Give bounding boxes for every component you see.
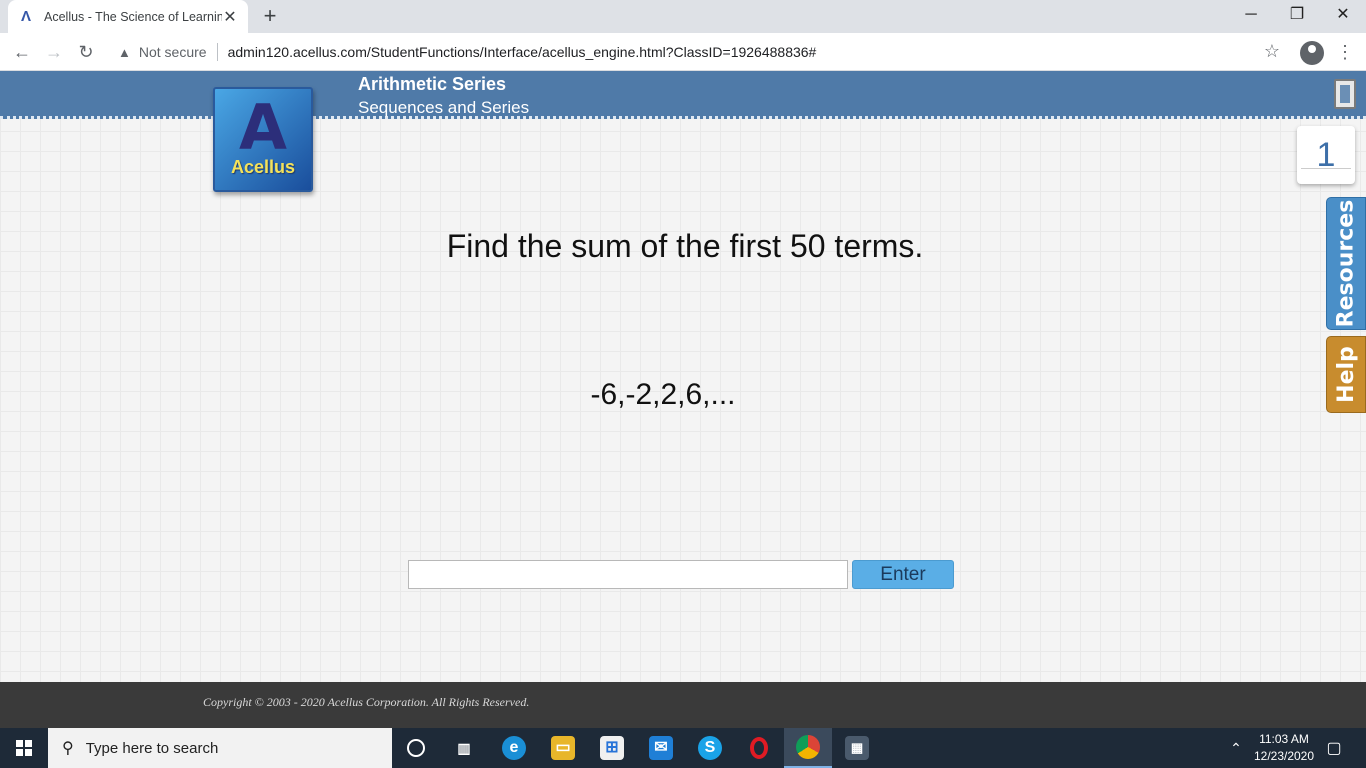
tray-chevron-icon[interactable]: ⌃ [1226, 728, 1246, 768]
taskbar-search[interactable]: ⚲ Type here to search [48, 728, 392, 768]
help-tab[interactable]: Help [1326, 336, 1366, 413]
browser-toolbar: ← → ↻ ▲ Not secure admin120.acellus.com/… [0, 33, 1366, 71]
address-bar[interactable]: ▲ Not secure admin120.acellus.com/Studen… [108, 38, 1294, 66]
skype-icon[interactable]: S [686, 728, 734, 768]
forward-arrow-icon[interactable]: → [42, 40, 66, 64]
acellus-logo: A Acellus [213, 87, 313, 192]
minimize-button[interactable]: ─ [1228, 0, 1274, 33]
new-tab-button[interactable]: + [258, 4, 282, 28]
exit-door-icon[interactable] [1334, 79, 1356, 109]
cortana-icon[interactable] [392, 728, 440, 768]
copyright-text: Copyright © 2003 - 2020 Acellus Corporat… [203, 695, 530, 709]
browser-tab-bar: Λ Acellus - The Science of Learning ✕ + … [0, 0, 1366, 33]
back-arrow-icon[interactable]: ← [10, 40, 34, 64]
store-icon[interactable]: ⊞ [588, 728, 636, 768]
question-number: 1 [1297, 126, 1355, 184]
resources-tab[interactable]: Resources [1326, 197, 1366, 330]
clock-date: 12/23/2020 [1253, 749, 1315, 763]
help-tab-label: Help [1333, 346, 1359, 403]
url-text[interactable]: admin120.acellus.com/StudentFunctions/In… [228, 44, 817, 60]
mail-icon[interactable]: ✉ [637, 728, 685, 768]
windows-taskbar: ⚲ Type here to search ▥ e ▭ ⊞ ✉ S ▦ ⌃ 11… [0, 728, 1366, 768]
chrome-icon[interactable] [784, 728, 832, 768]
account-icon[interactable] [1300, 41, 1324, 65]
question-prompt: Find the sum of the first 50 terms. [446, 228, 924, 264]
logo-wordmark: Acellus [230, 157, 296, 177]
tab-title: Acellus - The Science of Learning [44, 9, 222, 24]
logo-mark: A [239, 91, 287, 164]
tab-close-icon[interactable]: ✕ [222, 7, 238, 27]
footer: Copyright © 2003 - 2020 Acellus Corporat… [0, 682, 1366, 728]
security-label: Not secure [138, 44, 207, 60]
lesson-title: Arithmetic Series [358, 74, 507, 94]
opera-icon[interactable] [735, 728, 783, 768]
separator [216, 43, 218, 61]
calculator-icon[interactable]: ▦ [833, 728, 881, 768]
clock-time: 11:03 AM [1259, 732, 1309, 746]
restore-button[interactable]: ❐ [1274, 0, 1320, 33]
answer-input[interactable] [408, 560, 848, 589]
notification-icon[interactable]: ▢ [1322, 728, 1346, 768]
search-icon: ⚲ [62, 740, 74, 757]
edge-icon[interactable]: e [490, 728, 538, 768]
question-sequence: -6,-2,2,6,... [590, 378, 736, 411]
resources-tab-label: Resources [1333, 199, 1359, 328]
start-button[interactable] [0, 728, 48, 768]
warning-icon: ▲ [118, 44, 131, 60]
taskbar-search-placeholder: Type here to search [85, 739, 219, 757]
enter-button[interactable]: Enter [852, 560, 954, 589]
kebab-menu-icon[interactable]: ⋮ [1336, 41, 1354, 63]
lesson-header: Arithmetic Series Sequences and Series [0, 71, 1366, 119]
task-view-icon[interactable]: ▥ [440, 728, 488, 768]
window-close-button[interactable]: ✕ [1320, 0, 1366, 33]
reload-icon[interactable]: ↻ [74, 40, 98, 64]
acellus-app: Arithmetic Series Sequences and Series A… [0, 71, 1366, 682]
browser-tab[interactable]: Λ Acellus - The Science of Learning ✕ [8, 0, 248, 33]
taskbar-clock[interactable]: 11:03 AM 12/23/2020 [1244, 731, 1324, 765]
lesson-subtitle: Sequences and Series [358, 98, 530, 117]
bookmark-star-icon[interactable]: ☆ [1262, 41, 1282, 62]
acellus-favicon-icon: Λ [20, 7, 31, 25]
windows-logo-icon [16, 740, 32, 756]
file-explorer-icon[interactable]: ▭ [539, 728, 587, 768]
